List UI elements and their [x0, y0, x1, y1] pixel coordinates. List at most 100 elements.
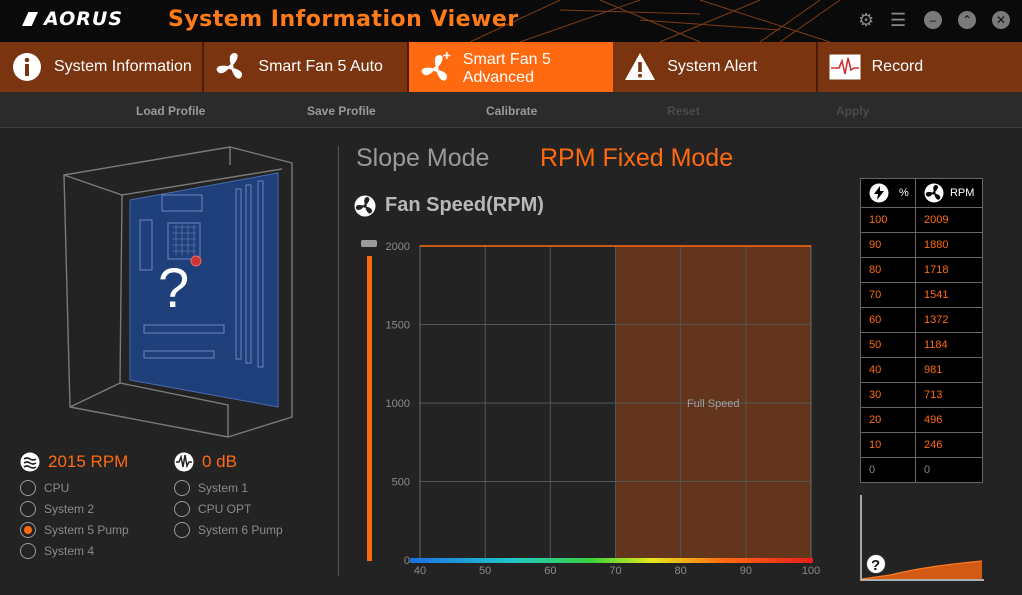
rpm-cell: 496	[914, 407, 984, 433]
close-icon[interactable]: ✕	[992, 11, 1010, 29]
radio-dot	[174, 501, 190, 517]
fan-plus-icon	[419, 52, 453, 86]
radio-dot	[20, 543, 36, 559]
fan-icon	[214, 50, 248, 84]
pc-case-illustration: ?	[63, 146, 293, 438]
rpm-cell: 1184	[914, 332, 984, 358]
radio-system-6-pump[interactable]: System 6 Pump	[174, 522, 283, 538]
tab-smart-fan-advanced[interactable]: Smart Fan 5 Advanced	[408, 42, 614, 96]
radio-system-1[interactable]: System 1	[174, 480, 248, 496]
minimize-icon[interactable]: –	[924, 11, 942, 29]
chart-plot-area: 40 50 60 70 80 90 1000500100015002000Full Spee…	[386, 241, 821, 577]
y-tick-label: 2000	[386, 241, 410, 253]
radio-system-4[interactable]: System 4	[20, 543, 94, 559]
radio-dot	[174, 480, 190, 496]
fan-speed-chart: 40 50 60 70 80 90 1000500100015002000Full Spee…	[361, 240, 821, 577]
load-profile-button[interactable]: Load Profile	[136, 104, 205, 118]
app-title: System Information Viewer	[168, 7, 519, 32]
radio-system-2[interactable]: System 2	[20, 501, 94, 517]
percent-cell: 100	[860, 207, 916, 233]
table-row: 80 1718	[860, 257, 984, 283]
temperature-gradient-bar	[410, 558, 813, 563]
tab-smart-fan-auto[interactable]: Smart Fan 5 Auto	[204, 42, 409, 92]
radio-label: System 6 Pump	[198, 523, 283, 537]
radio-label: CPU OPT	[198, 502, 252, 516]
unknown-fan-glyph: ?	[158, 256, 189, 319]
expand-icon[interactable]: ⌃	[958, 11, 976, 29]
percent-cell: 20	[860, 407, 916, 433]
radio-label: System 1	[198, 481, 249, 495]
rpm-cell: 1541	[914, 282, 984, 308]
main-tabs: System Information Smart Fan 5 Auto Smar…	[0, 42, 1022, 96]
rpm-cell: 2009	[914, 207, 984, 233]
table-row: 100 2009	[860, 207, 984, 233]
radio-dot	[20, 501, 36, 517]
rpm-slider-thumb[interactable]	[361, 240, 377, 247]
save-profile-button[interactable]: Save Profile	[307, 104, 376, 118]
rpm-cell: 981	[914, 357, 984, 383]
profile-toolbar: Load Profile Save Profile Calibrate Rese…	[0, 92, 1022, 128]
fan-rpm-reading: 2015 RPM	[20, 452, 128, 472]
tab-system-alert[interactable]: System Alert	[613, 42, 818, 92]
rpm-value: 2015 RPM	[48, 452, 129, 471]
percent-cell: 40	[860, 357, 916, 383]
aorus-eagle-icon	[22, 12, 38, 26]
radio-dot	[174, 522, 190, 538]
percent-cell: 80	[860, 257, 916, 283]
sound-wave-icon	[174, 452, 194, 472]
airflow-icon	[20, 452, 40, 472]
slope-mode-button[interactable]: Slope Mode	[356, 144, 489, 173]
rpm-header-label: RPM	[949, 187, 975, 199]
aorus-logo: AORUS	[22, 8, 123, 30]
logo-text: AORUS	[44, 8, 124, 30]
rpm-cell: 246	[914, 432, 984, 458]
radio-label: System 2	[44, 502, 95, 516]
radio-label: System 5 Pump	[44, 523, 129, 537]
percent-cell: 30	[860, 382, 916, 408]
percent-header: %	[860, 178, 916, 208]
percent-cell: 10	[860, 432, 916, 458]
radio-dot	[20, 522, 36, 538]
rpm-cell: 0	[914, 457, 984, 483]
full-speed-label: Full Speed	[687, 398, 740, 410]
table-row: 20 496	[860, 407, 984, 433]
y-tick-label: 1500	[386, 320, 410, 332]
table-row: 40 981	[860, 357, 984, 383]
radio-cpu[interactable]: CPU	[20, 480, 69, 496]
apply-button[interactable]: Apply	[836, 104, 869, 118]
rpm-fixed-mode-button[interactable]: RPM Fixed Mode	[540, 144, 733, 173]
percent-header-label: %	[899, 187, 909, 199]
y-tick-label: 500	[392, 477, 410, 489]
x-tick-label: 60	[544, 565, 556, 577]
percent-cell: 0	[860, 457, 916, 483]
reset-button[interactable]: Reset	[667, 104, 700, 118]
percent-cell: 70	[860, 282, 916, 308]
rpm-slider[interactable]	[361, 240, 377, 561]
radio-cpu-opt[interactable]: CPU OPT	[174, 501, 251, 517]
radio-system-5-pump[interactable]: System 5 Pump	[20, 522, 129, 538]
gear-icon[interactable]: ⚙	[858, 9, 874, 31]
fan-icon	[924, 183, 944, 203]
x-tick-label: 100	[802, 565, 820, 577]
table-header-row: % RPM	[860, 178, 984, 208]
fan-speed-title: Fan Speed(RPM)	[354, 194, 544, 217]
table-row: 90 1880	[860, 232, 984, 258]
percent-cell: 90	[860, 232, 916, 258]
rpm-cell: 713	[914, 382, 984, 408]
y-tick-label: 0	[404, 555, 410, 567]
table-row: 50 1184	[860, 332, 984, 358]
title-bar: AORUS System Information Viewer ⚙ ☰ – ⌃ …	[0, 0, 1022, 42]
tab-record[interactable]: Record	[818, 42, 1022, 92]
fan-speed-title-text: Fan Speed(RPM)	[385, 194, 544, 216]
percent-cell: 60	[860, 307, 916, 333]
table-row: 60 1372	[860, 307, 984, 333]
tab-label: Smart Fan 5 Advanced	[462, 51, 551, 86]
tab-system-information[interactable]: System Information	[0, 42, 205, 92]
calibrate-button[interactable]: Calibrate	[486, 104, 537, 118]
table-row: 10 246	[860, 432, 984, 458]
rpm-header: RPM	[914, 178, 984, 208]
list-icon[interactable]: ☰	[890, 9, 906, 31]
radio-label: System 4	[44, 544, 95, 558]
radio-dot	[20, 480, 36, 496]
x-tick-label: 50	[479, 565, 491, 577]
